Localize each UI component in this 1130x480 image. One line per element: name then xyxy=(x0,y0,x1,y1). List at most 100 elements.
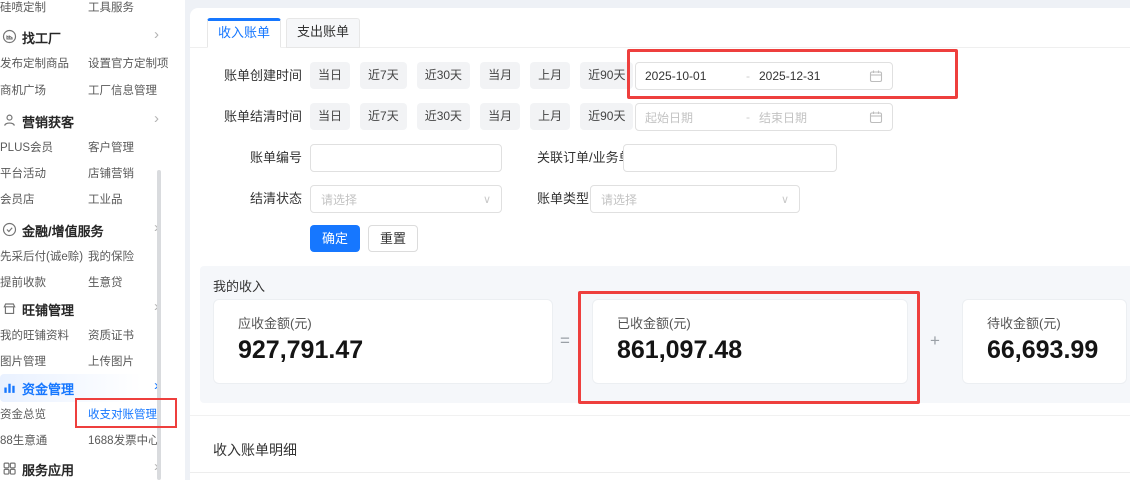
sidebar-section-find-factory[interactable]: 找工厂 › xyxy=(0,28,185,46)
chevron-down-icon: ∨ xyxy=(483,193,491,206)
sidebar-item-factory-info[interactable]: 工厂信息管理 xyxy=(88,82,157,98)
income-bill-detail-title: 收入账单明细 xyxy=(213,440,297,460)
sidebar-item-upload-image[interactable]: 上传图片 xyxy=(88,353,134,369)
create-time-date-range-input[interactable]: 2025-10-01 - 2025-12-31 xyxy=(635,62,893,90)
quick-30days-button[interactable]: 近30天 xyxy=(417,62,470,89)
chevron-down-icon: ∨ xyxy=(781,193,789,206)
sidebar-item-official-custom-settings[interactable]: 设置官方定制项 xyxy=(88,55,169,71)
create-time-quick-buttons: 当日 近7天 近30天 当月 上月 近90天 xyxy=(310,62,633,89)
bill-no-input[interactable] xyxy=(310,144,502,172)
income-summary-panel: 我的收入 应收金额(元) 927,791.47 = 已收金额(元) 861,09… xyxy=(200,266,1130,403)
received-label: 已收金额(元) xyxy=(617,313,691,332)
sidebar-item-my-shop-profile[interactable]: 我的旺铺资料 xyxy=(0,327,69,343)
quick-this-month-button[interactable]: 当月 xyxy=(480,103,520,130)
sidebar-scrollbar[interactable] xyxy=(157,170,161,480)
chevron-right-icon: › xyxy=(154,27,159,43)
settle-status-label: 结清状态 xyxy=(190,185,302,213)
sidebar-item-image-management[interactable]: 图片管理 xyxy=(0,353,46,369)
sidebar-item-plus-member[interactable]: PLUS会员 xyxy=(0,139,53,155)
reset-button[interactable]: 重置 xyxy=(368,225,418,252)
bar-chart-icon xyxy=(2,380,17,395)
settle-time-date-range-input[interactable]: 起始日期 - 结束日期 xyxy=(635,103,893,131)
sidebar-item-fund-overview[interactable]: 资金总览 xyxy=(0,406,46,422)
bill-tabs: 收入账单 支出账单 xyxy=(190,18,1130,48)
start-date-value[interactable]: 2025-10-01 xyxy=(645,69,737,83)
quick-today-button[interactable]: 当日 xyxy=(310,103,350,130)
quick-today-button[interactable]: 当日 xyxy=(310,62,350,89)
bill-no-label: 账单编号 xyxy=(190,144,302,172)
date-separator: - xyxy=(737,69,759,83)
sidebar-item-qualification-cert[interactable]: 资质证书 xyxy=(88,327,134,343)
sidebar-item-tool-services[interactable]: 工具服务 xyxy=(88,0,134,15)
factory-icon xyxy=(2,29,17,44)
sidebar-row: 硅喷定制 工具服务 xyxy=(0,0,185,17)
shop-icon xyxy=(2,301,17,316)
receivable-value: 927,791.47 xyxy=(238,336,363,365)
finance-circle-icon xyxy=(2,222,17,237)
person-icon xyxy=(2,113,17,128)
calendar-icon[interactable] xyxy=(869,69,883,83)
sidebar-item-income-expense-reconciliation[interactable]: 收支对账管理 xyxy=(88,406,157,422)
related-order-input[interactable] xyxy=(623,144,837,172)
filter-row-create-time: 账单创建时间 当日 近7天 近30天 当月 上月 近90天 2025-10-01… xyxy=(190,62,1130,90)
received-value: 861,097.48 xyxy=(617,336,742,365)
sidebar-item-shengyitong[interactable]: 88生意通 xyxy=(0,432,47,448)
pending-label: 待收金额(元) xyxy=(987,313,1061,332)
quick-90days-button[interactable]: 近90天 xyxy=(580,103,633,130)
settle-status-select[interactable]: 请选择 ∨ xyxy=(310,185,502,213)
sidebar-row: 商机广场 工厂信息管理 xyxy=(0,82,185,100)
plus-operator: + xyxy=(930,331,940,351)
quick-7days-button[interactable]: 近7天 xyxy=(360,62,407,89)
sidebar-item-customer-management[interactable]: 客户管理 xyxy=(88,139,134,155)
sidebar-item-guipen-dingzhi[interactable]: 硅喷定制 xyxy=(0,0,46,15)
chevron-right-icon: › xyxy=(154,111,159,127)
sidebar-item-shop-marketing[interactable]: 店铺营销 xyxy=(88,165,134,181)
pending-value: 66,693.99 xyxy=(987,336,1098,365)
sidebar-item-platform-activity[interactable]: 平台活动 xyxy=(0,165,46,181)
quick-90days-button[interactable]: 近90天 xyxy=(580,62,633,89)
tab-income-bills[interactable]: 收入账单 xyxy=(207,18,281,48)
receivable-amount-card: 应收金额(元) 927,791.47 xyxy=(213,299,553,384)
sidebar-item-early-collection[interactable]: 提前收款 xyxy=(0,274,46,290)
create-time-label: 账单创建时间 xyxy=(190,62,302,90)
settle-time-label: 账单结清时间 xyxy=(190,103,302,131)
bill-type-select[interactable]: 请选择 ∨ xyxy=(590,185,800,213)
divider xyxy=(190,472,1130,473)
quick-this-month-button[interactable]: 当月 xyxy=(480,62,520,89)
confirm-button[interactable]: 确定 xyxy=(310,225,360,252)
quick-last-month-button[interactable]: 上月 xyxy=(530,103,570,130)
grid-icon xyxy=(2,461,17,476)
start-date-placeholder[interactable]: 起始日期 xyxy=(645,109,737,126)
sidebar-item-pay-later[interactable]: 先采后付(诚e赊) xyxy=(0,248,83,264)
received-amount-card: 已收金额(元) 861,097.48 xyxy=(592,299,908,384)
sidebar-item-business-loan[interactable]: 生意贷 xyxy=(88,274,123,290)
date-separator: - xyxy=(737,110,759,124)
sidebar: 硅喷定制 工具服务 找工厂 › 发布定制商品 设置官方定制项 商机广场 工厂信息… xyxy=(0,0,185,480)
quick-7days-button[interactable]: 近7天 xyxy=(360,103,407,130)
sidebar-item-publish-custom-product[interactable]: 发布定制商品 xyxy=(0,55,69,71)
pending-amount-card: 待收金额(元) 66,693.99 xyxy=(962,299,1127,384)
sidebar-item-industrial-goods[interactable]: 工业品 xyxy=(88,191,123,207)
filter-row-settle-time: 账单结清时间 当日 近7天 近30天 当月 上月 近90天 起始日期 - 结束日… xyxy=(190,103,1130,131)
related-order-label: 关联订单/业务单 xyxy=(537,144,632,172)
sidebar-row: 发布定制商品 设置官方定制项 xyxy=(0,55,185,73)
sidebar-section-marketing[interactable]: 营销获客 › xyxy=(0,112,185,130)
quick-30days-button[interactable]: 近30天 xyxy=(417,103,470,130)
sidebar-item-1688-invoice-center[interactable]: 1688发票中心 xyxy=(88,432,160,448)
end-date-placeholder[interactable]: 结束日期 xyxy=(759,109,869,126)
receivable-label: 应收金额(元) xyxy=(238,313,312,332)
equals-operator: = xyxy=(560,331,570,351)
main-panel: 收入账单 支出账单 账单创建时间 当日 近7天 近30天 当月 上月 近90天 … xyxy=(190,8,1130,480)
sidebar-item-my-insurance[interactable]: 我的保险 xyxy=(88,248,134,264)
filter-row-bill-no: 账单编号 关联订单/业务单 xyxy=(190,144,1130,172)
filter-row-status-type: 结清状态 请选择 ∨ 账单类型 请选择 ∨ xyxy=(190,185,1130,213)
quick-last-month-button[interactable]: 上月 xyxy=(530,62,570,89)
calendar-icon[interactable] xyxy=(869,110,883,124)
summary-title: 我的收入 xyxy=(213,276,265,295)
filter-actions-row: 确定 重置 xyxy=(190,225,1130,253)
sidebar-item-business-plaza[interactable]: 商机广场 xyxy=(0,82,46,98)
bill-type-label: 账单类型 xyxy=(537,185,589,213)
sidebar-item-member-store[interactable]: 会员店 xyxy=(0,191,35,207)
tab-expense-bills[interactable]: 支出账单 xyxy=(286,18,360,48)
end-date-value[interactable]: 2025-12-31 xyxy=(759,69,869,83)
